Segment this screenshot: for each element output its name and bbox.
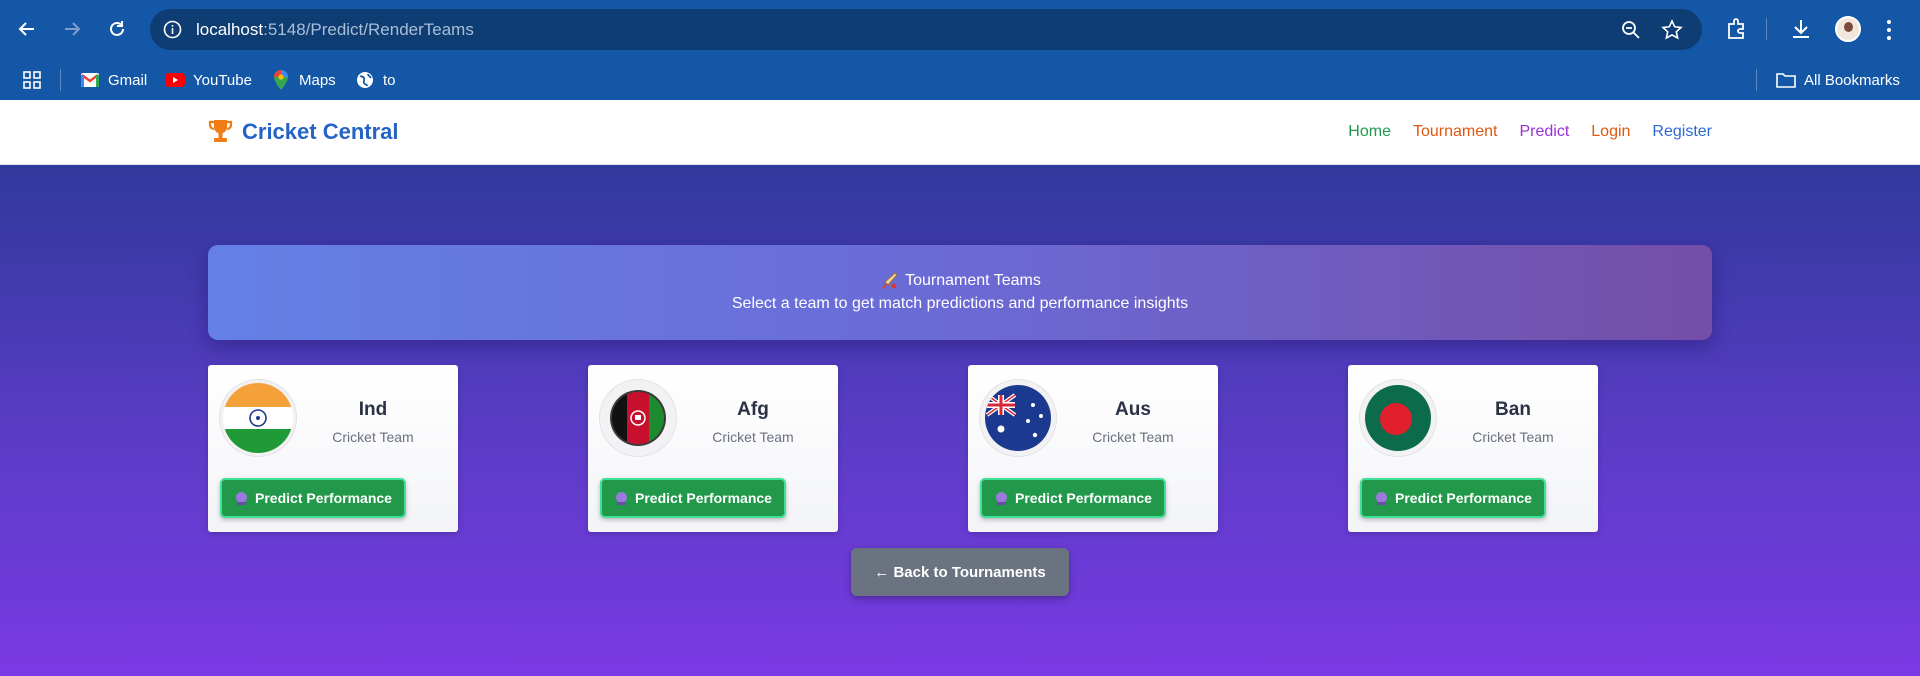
bookmark-to[interactable]: to <box>355 68 396 92</box>
banner-title: Tournament Teams <box>208 271 1712 291</box>
youtube-icon <box>165 70 185 90</box>
url-path: :5148/Predict/RenderTeams <box>263 20 474 39</box>
all-bookmarks-label: All Bookmarks <box>1804 71 1900 89</box>
bookmark-maps[interactable]: Maps <box>271 68 336 92</box>
toolbar-divider <box>1766 18 1767 40</box>
bookmark-label: YouTube <box>193 71 252 89</box>
bookmark-label: to <box>383 71 396 89</box>
browser-toolbar: localhost:5148/Predict/RenderTeams <box>0 0 1920 58</box>
site-info-icon[interactable] <box>162 19 183 40</box>
folder-icon <box>1776 70 1796 90</box>
back-arrow-icon[interactable] <box>11 13 43 45</box>
team-flag <box>979 379 1057 457</box>
tournament-teams-banner: Tournament Teams Select a team to get ma… <box>208 245 1712 340</box>
cricket-bat-icon <box>882 272 898 290</box>
banner-title-text: Tournament Teams <box>905 272 1041 289</box>
team-subtitle: Cricket Team <box>332 429 414 445</box>
predict-button-label: Predict Performance <box>1395 490 1532 506</box>
brand-name: Cricket Central <box>242 118 399 144</box>
team-name: Aus <box>1115 399 1151 420</box>
predict-performance-button[interactable]: Predict Performance <box>980 478 1166 518</box>
nav-predict[interactable]: Predict <box>1519 123 1569 141</box>
download-icon[interactable] <box>1788 16 1814 42</box>
nav-tournament[interactable]: Tournament <box>1413 123 1498 141</box>
bookmark-star-icon[interactable] <box>1661 19 1683 41</box>
brand-link[interactable]: Cricket Central <box>207 118 399 145</box>
zoom-icon[interactable] <box>1620 19 1642 41</box>
predict-performance-button[interactable]: Predict Performance <box>1360 478 1546 518</box>
india-flag-icon <box>223 383 293 453</box>
team-name: Afg <box>737 399 769 420</box>
team-subtitle: Cricket Team <box>712 429 794 445</box>
team-card-aus: Aus Cricket Team Predict Performance <box>968 365 1218 532</box>
back-to-tournaments-button[interactable]: ← Back to Tournaments <box>851 548 1069 596</box>
nav-home[interactable]: Home <box>1348 123 1391 141</box>
team-flag <box>219 379 297 457</box>
team-card-ban: Ban Cricket Team Predict Performance <box>1348 365 1598 532</box>
url-text[interactable]: localhost:5148/Predict/RenderTeams <box>196 20 474 40</box>
crystal-ball-icon <box>236 491 248 505</box>
team-card-afg: Afg Cricket Team Predict Performance <box>588 365 838 532</box>
bookmark-label: Maps <box>299 71 336 89</box>
predict-button-label: Predict Performance <box>255 490 392 506</box>
site-navbar: Cricket Central Home Tournament Predict … <box>0 100 1920 165</box>
bookmarks-bar: Gmail YouTube Maps to All Bookmarks <box>0 58 1920 100</box>
bookmarks-divider <box>1756 69 1757 91</box>
globe-icon <box>355 70 375 90</box>
team-card-ind: Ind Cricket Team Predict Performance <box>208 365 458 532</box>
more-menu-icon[interactable] <box>1884 17 1894 43</box>
bookmark-gmail[interactable]: Gmail <box>80 68 147 92</box>
team-flag <box>1359 379 1437 457</box>
browser-chrome: localhost:5148/Predict/RenderTeams Gmail… <box>0 0 1920 100</box>
predict-button-label: Predict Performance <box>1015 490 1152 506</box>
crystal-ball-icon <box>996 491 1008 505</box>
gmail-icon <box>80 70 100 90</box>
bookmark-label: Gmail <box>108 71 148 89</box>
predict-performance-button[interactable]: Predict Performance <box>220 478 406 518</box>
main-content: Tournament Teams Select a team to get ma… <box>0 165 1920 676</box>
apps-grid-icon[interactable] <box>22 68 42 92</box>
team-name: Ban <box>1495 399 1531 420</box>
all-bookmarks[interactable]: All Bookmarks <box>1776 68 1900 92</box>
team-subtitle: Cricket Team <box>1472 429 1554 445</box>
profile-avatar[interactable] <box>1835 16 1861 42</box>
forward-arrow-icon[interactable] <box>56 13 88 45</box>
nav-register[interactable]: Register <box>1652 123 1712 141</box>
nav-login[interactable]: Login <box>1591 123 1630 141</box>
predict-button-label: Predict Performance <box>635 490 772 506</box>
bangladesh-flag-icon <box>1365 385 1431 451</box>
trophy-icon <box>208 120 233 142</box>
predict-performance-button[interactable]: Predict Performance <box>600 478 786 518</box>
reload-icon[interactable] <box>101 13 133 45</box>
crystal-ball-icon <box>1376 491 1388 505</box>
bookmarks-divider <box>60 69 61 91</box>
australia-flag-icon <box>985 385 1051 451</box>
address-bar[interactable]: localhost:5148/Predict/RenderTeams <box>150 9 1702 50</box>
team-name: Ind <box>358 399 388 420</box>
bookmark-youtube[interactable]: YouTube <box>165 68 252 92</box>
team-flag <box>599 379 677 457</box>
crystal-ball-icon <box>616 491 628 505</box>
url-host: localhost <box>196 20 264 39</box>
extensions-icon[interactable] <box>1724 16 1750 42</box>
maps-icon <box>271 70 291 90</box>
afghanistan-flag-icon <box>610 390 666 446</box>
site-nav-links: Home Tournament Predict Login Register <box>1348 123 1712 141</box>
team-subtitle: Cricket Team <box>1092 429 1174 445</box>
banner-subtitle: Select a team to get match predictions a… <box>731 295 1189 312</box>
